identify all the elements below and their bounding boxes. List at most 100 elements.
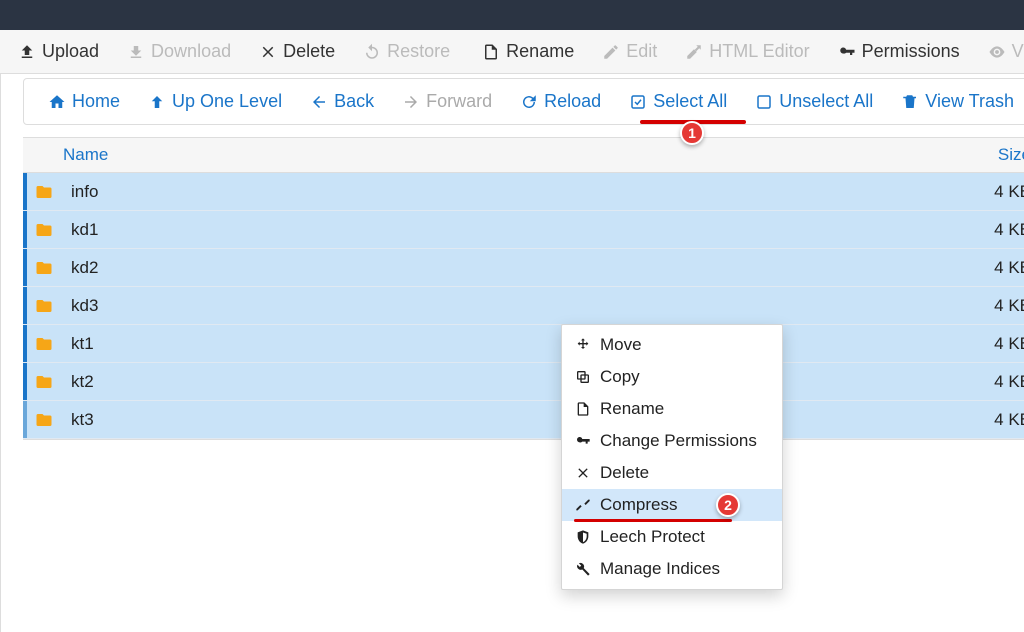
ctx-change-permissions-label: Change Permissions	[600, 431, 757, 451]
table-row[interactable]: kt14 KB	[23, 325, 1024, 363]
forward-button[interactable]: Forward	[388, 87, 506, 116]
navigation-bar: Home Up One Level Back Forward Reload Se…	[23, 78, 1024, 125]
annotation-badge-1: 1	[680, 121, 704, 145]
content-area: Home Up One Level Back Forward Reload Se…	[1, 74, 1024, 632]
folder-icon	[33, 221, 55, 239]
home-label: Home	[72, 91, 120, 112]
folder-icon	[33, 373, 55, 391]
download-label: Download	[151, 41, 231, 62]
edit-label: Edit	[626, 41, 657, 62]
home-button[interactable]: Home	[34, 87, 134, 116]
file-icon	[482, 43, 500, 61]
compress-icon	[574, 496, 592, 514]
selection-accent	[23, 287, 27, 324]
main-area: Home Up One Level Back Forward Reload Se…	[0, 74, 1024, 632]
restore-label: Restore	[387, 41, 450, 62]
ctx-rename[interactable]: Rename	[562, 393, 782, 425]
unselect-all-label: Unselect All	[779, 91, 873, 112]
row-size: 4 KB	[971, 410, 1024, 430]
table-row[interactable]: kd14 KB	[23, 211, 1024, 249]
ctx-compress[interactable]: Compress 2	[562, 489, 782, 521]
selection-accent	[23, 401, 27, 438]
key-icon	[838, 43, 856, 61]
folder-icon	[33, 259, 55, 277]
ctx-leech-protect[interactable]: Leech Protect	[562, 521, 782, 553]
row-size: 4 KB	[971, 182, 1024, 202]
ctx-change-permissions[interactable]: Change Permissions	[562, 425, 782, 457]
edit-button[interactable]: Edit	[588, 35, 671, 68]
back-button[interactable]: Back	[296, 87, 388, 116]
row-name: kd2	[71, 258, 971, 278]
ctx-move-label: Move	[600, 335, 642, 355]
ctx-manage-indices[interactable]: Manage Indices	[562, 553, 782, 585]
table-row[interactable]: info4 KB	[23, 173, 1024, 211]
select-all-button[interactable]: Select All	[615, 87, 741, 116]
up-one-label: Up One Level	[172, 91, 282, 112]
table-row[interactable]: kt34 KB	[23, 401, 1024, 439]
upload-button[interactable]: Upload	[4, 35, 113, 68]
wrench-icon	[574, 560, 592, 578]
file-icon	[574, 400, 592, 418]
row-size: 4 KB	[971, 372, 1024, 392]
row-name: kd3	[71, 296, 971, 316]
checkbox-empty-icon	[755, 93, 773, 111]
rename-label: Rename	[506, 41, 574, 62]
up-arrow-icon	[148, 93, 166, 111]
up-one-level-button[interactable]: Up One Level	[134, 87, 296, 116]
column-header-name[interactable]: Name	[23, 145, 971, 165]
row-size: 4 KB	[971, 296, 1024, 316]
folder-icon	[33, 183, 55, 201]
ctx-copy-label: Copy	[600, 367, 640, 387]
selection-accent	[23, 249, 27, 286]
row-name: kt2	[71, 372, 971, 392]
ctx-copy[interactable]: Copy	[562, 361, 782, 393]
context-menu: Move Copy Rename Change Permissions Dele…	[561, 324, 783, 590]
reload-icon	[520, 93, 538, 111]
selection-accent	[23, 325, 27, 362]
x-icon	[574, 464, 592, 482]
key-icon	[574, 432, 592, 450]
back-label: Back	[334, 91, 374, 112]
home-icon	[48, 93, 66, 111]
unselect-all-button[interactable]: Unselect All	[741, 87, 887, 116]
rename-button[interactable]: Rename	[468, 35, 588, 68]
ctx-manage-indices-label: Manage Indices	[600, 559, 720, 579]
x-icon	[259, 43, 277, 61]
left-arrow-icon	[310, 93, 328, 111]
select-all-label: Select All	[653, 91, 727, 112]
right-arrow-icon	[402, 93, 420, 111]
ctx-delete[interactable]: Delete	[562, 457, 782, 489]
table-row[interactable]: kd24 KB	[23, 249, 1024, 287]
window-titlebar	[0, 0, 1024, 30]
restore-button[interactable]: Restore	[349, 35, 464, 68]
checkbox-checked-icon	[629, 93, 647, 111]
view-trash-button[interactable]: View Trash	[887, 87, 1024, 116]
permissions-label: Permissions	[862, 41, 960, 62]
restore-icon	[363, 43, 381, 61]
column-header-size[interactable]: Size	[971, 145, 1024, 165]
trash-icon	[901, 93, 919, 111]
folder-icon	[33, 297, 55, 315]
table-header: Name Size	[23, 138, 1024, 173]
row-name: kt1	[71, 334, 971, 354]
annotation-badge-2: 2	[716, 493, 740, 517]
view-trash-label: View Trash	[925, 91, 1014, 112]
delete-button[interactable]: Delete	[245, 35, 349, 68]
ctx-move[interactable]: Move	[562, 329, 782, 361]
row-name: kd1	[71, 220, 971, 240]
table-row[interactable]: kt24 KB	[23, 363, 1024, 401]
ctx-compress-label: Compress	[600, 495, 677, 515]
html-editor-button[interactable]: HTML Editor	[671, 35, 823, 68]
reload-label: Reload	[544, 91, 601, 112]
permissions-button[interactable]: Permissions	[824, 35, 974, 68]
row-size: 4 KB	[971, 220, 1024, 240]
forward-label: Forward	[426, 91, 492, 112]
table-row[interactable]: kd34 KB	[23, 287, 1024, 325]
reload-button[interactable]: Reload	[506, 87, 615, 116]
row-name: info	[71, 182, 971, 202]
selection-accent	[23, 173, 27, 210]
pencil-icon	[602, 43, 620, 61]
view-button[interactable]: Vi	[974, 35, 1024, 68]
download-button[interactable]: Download	[113, 35, 245, 68]
file-table: Name Size info4 KBkd14 KBkd24 KBkd34 KBk…	[23, 137, 1024, 440]
